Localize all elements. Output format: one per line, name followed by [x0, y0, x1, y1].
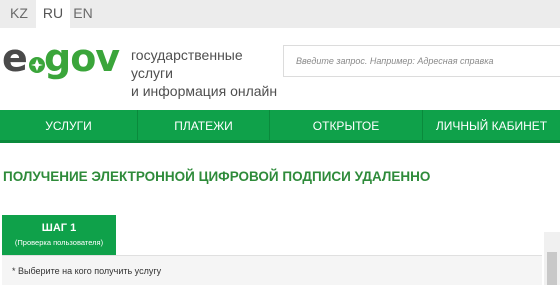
- tagline-line-1: государственные услуги: [131, 47, 243, 81]
- main-nav: УСЛУГИ ПЛАТЕЖИ ОТКРЫТОЕ ПРАВИТЕЛЬСТВО ЛИ…: [0, 110, 560, 166]
- step-tab[interactable]: ШАГ 1 (Проверка пользователя): [2, 215, 116, 262]
- lang-ru-link[interactable]: RU: [36, 0, 70, 28]
- logo-text-gov: gov: [44, 36, 120, 80]
- nav-item-services[interactable]: УСЛУГИ: [0, 110, 137, 143]
- page-title: ПОЛУЧЕНИЕ ЭЛЕКТРОННОЙ ЦИФРОВОЙ ПОДПИСИ У…: [3, 169, 431, 184]
- language-bar: KZ RU EN: [0, 0, 560, 28]
- step-sublabel: (Проверка пользователя): [14, 238, 104, 247]
- lang-kz-link[interactable]: KZ: [2, 0, 36, 28]
- logo-text-e: e: [2, 36, 28, 80]
- nav-item-payments[interactable]: ПЛАТЕЖИ: [138, 110, 269, 143]
- site-tagline: государственные услуги и информация онла…: [131, 46, 281, 100]
- nav-item-personal-account[interactable]: ЛИЧНЫЙ КАБИНЕТ: [423, 110, 560, 143]
- lang-en-link[interactable]: EN: [66, 0, 100, 28]
- nav-item-open-government[interactable]: ОТКРЫТОЕ ПРАВИТЕЛЬСТВО: [270, 110, 422, 166]
- scrollbar-thumb[interactable]: [547, 252, 557, 285]
- step-label: ШАГ 1: [41, 222, 77, 234]
- search-box[interactable]: Введите запрос. Например: Адресная справ…: [283, 45, 560, 77]
- form-panel: * Выберите на кого получить услугу: [2, 255, 542, 285]
- tagline-line-2: и информация онлайн: [131, 83, 278, 99]
- scrollbar[interactable]: [544, 232, 560, 285]
- form-hint: * Выберите на кого получить услугу: [12, 266, 162, 276]
- search-input[interactable]: Введите запрос. Например: Адресная справ…: [296, 46, 493, 76]
